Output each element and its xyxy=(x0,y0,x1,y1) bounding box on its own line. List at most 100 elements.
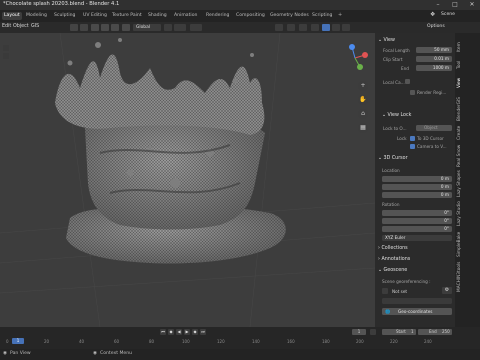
cursor-rotation-x-field[interactable]: 0° xyxy=(382,210,452,216)
status-bar: ◉ Pan View ◉ Context Menu xyxy=(0,349,480,360)
next-keyframe-icon[interactable]: ◆ xyxy=(192,329,198,335)
camera-view-icon[interactable]: ⌂ xyxy=(358,109,368,119)
cursor-tool-button[interactable] xyxy=(91,24,99,31)
side-tab-machin3tools[interactable]: MACHIN3tools xyxy=(457,260,477,294)
cursor-tool-side-button[interactable] xyxy=(3,53,9,59)
section-view-header[interactable]: ⌄ View xyxy=(378,36,395,45)
pan-hand-icon[interactable]: ✋ xyxy=(358,95,368,105)
close-button[interactable]: ✕ xyxy=(464,0,480,10)
tab-geometry-nodes[interactable]: Geometry Nodes xyxy=(268,12,311,20)
current-frame-field[interactable]: 1 xyxy=(352,329,366,335)
section-annotations-header[interactable]: › Annotations xyxy=(378,255,410,264)
tab-animation[interactable]: Animation xyxy=(172,12,199,20)
playhead-frame[interactable]: 1 xyxy=(12,338,24,344)
lock-to-object-field[interactable]: Object xyxy=(416,125,452,131)
camera-to-view-checkbox[interactable] xyxy=(410,144,415,149)
side-tab-view[interactable]: View xyxy=(457,76,477,90)
rotate-tool-button[interactable] xyxy=(111,24,119,31)
georef-actions-row[interactable] xyxy=(382,298,452,304)
end-frame-field[interactable]: End 250 xyxy=(418,329,452,335)
zoom-icon[interactable]: + xyxy=(358,81,368,91)
add-workspace-icon[interactable]: + xyxy=(338,12,342,18)
jump-start-icon[interactable]: ⏮ xyxy=(160,329,166,335)
start-frame-label: Start xyxy=(396,329,406,334)
navigation-gizmo[interactable] xyxy=(340,43,370,73)
cursor-location-y-field[interactable]: 0 m xyxy=(382,184,452,190)
section-geoscene-header[interactable]: ⌄ Geoscene xyxy=(378,266,407,275)
side-tab-create[interactable]: Create xyxy=(457,124,477,142)
gizmo-toggle[interactable] xyxy=(287,24,295,31)
cursor-location-x-field[interactable]: 0 m xyxy=(382,176,452,182)
proportional-edit-toggle[interactable] xyxy=(190,24,202,31)
tab-texture-paint[interactable]: Texture Paint xyxy=(110,12,144,20)
prev-keyframe-icon[interactable]: ◆ xyxy=(168,329,174,335)
xray-toggle[interactable] xyxy=(311,24,319,31)
side-tab-real-snow[interactable]: Real Snow xyxy=(457,144,477,168)
render-region-checkbox[interactable] xyxy=(410,90,415,95)
scene-name[interactable]: Scene xyxy=(441,12,455,17)
globe-icon: 🌐 xyxy=(385,309,391,314)
start-frame-field[interactable]: Start 1 xyxy=(382,329,416,335)
lock-label: Lock xyxy=(397,136,407,141)
tab-sculpting[interactable]: Sculpting xyxy=(52,12,77,20)
cursor-location-z-field[interactable]: 0 m xyxy=(382,192,452,198)
local-camera-checkbox[interactable] xyxy=(405,79,410,84)
jump-end-icon[interactable]: ⏭ xyxy=(200,329,206,335)
clip-end-field[interactable]: 1000 m xyxy=(416,65,452,71)
side-tab-simplebake[interactable]: SimpleBake xyxy=(457,230,477,258)
maximize-button[interactable]: □ xyxy=(447,0,463,10)
timeline-tick: 240 xyxy=(424,339,432,344)
cursor-rotation-z-field[interactable]: 0° xyxy=(382,226,452,232)
snap-target-dropdown[interactable] xyxy=(174,24,186,31)
selection-mode-button[interactable] xyxy=(80,24,88,31)
section-collections-header[interactable]: › Collections xyxy=(378,244,408,253)
play-icon[interactable]: ▶ xyxy=(184,329,190,335)
shading-material-button[interactable] xyxy=(332,24,340,31)
gear-icon[interactable]: ⚙ xyxy=(442,287,452,294)
menu-edit[interactable]: Edit xyxy=(2,24,11,29)
menu-object[interactable]: Object xyxy=(13,24,29,29)
geo-coordinates-button[interactable]: 🌐 Geo-coordinates xyxy=(382,308,452,315)
snap-toggle[interactable] xyxy=(164,24,172,31)
rotation-mode-dropdown[interactable]: XYZ Euler xyxy=(382,235,452,241)
menu-gis[interactable]: GIS xyxy=(31,24,39,29)
perspective-toggle-icon[interactable]: ▦ xyxy=(358,123,368,133)
transform-orientation-dropdown[interactable]: Global xyxy=(133,24,161,31)
shading-solid-button[interactable] xyxy=(322,24,330,31)
timeline-tick: 140 xyxy=(252,339,260,344)
tab-modeling[interactable]: Modeling xyxy=(24,12,49,20)
tab-compositing[interactable]: Compositing xyxy=(234,12,267,20)
visibility-toggle[interactable] xyxy=(275,24,283,31)
transform-pivot-button[interactable] xyxy=(70,24,78,31)
not-set-label: Not set xyxy=(392,289,408,294)
viewport-3d[interactable]: + ✋ ⌂ ▦ xyxy=(0,33,375,327)
start-frame-value: 1 xyxy=(411,329,414,334)
overlay-toggle[interactable] xyxy=(299,24,307,31)
side-tab-item[interactable]: Item xyxy=(457,40,477,54)
scale-tool-button[interactable] xyxy=(122,24,130,31)
tab-scripting[interactable]: Scripting xyxy=(310,12,334,20)
minimize-button[interactable]: – xyxy=(430,0,446,10)
tab-layout[interactable]: Layout xyxy=(2,12,22,20)
side-tab-tool[interactable]: Tool xyxy=(457,58,477,72)
move-tool-button[interactable] xyxy=(101,24,109,31)
side-tab-blendergis[interactable]: BlenderGIS xyxy=(457,95,477,123)
tab-shading[interactable]: Shading xyxy=(146,12,169,20)
focal-length-field[interactable]: 50 mm xyxy=(416,47,452,53)
timeline-tick: 200 xyxy=(356,339,364,344)
side-tab-lazy-studio[interactable]: Lazy Studio xyxy=(457,200,477,228)
clock-icon[interactable] xyxy=(370,329,376,335)
to-3d-cursor-checkbox[interactable] xyxy=(410,136,415,141)
section-3d-cursor-header[interactable]: ⌄ 3D Cursor xyxy=(378,154,408,163)
clip-start-field[interactable]: 0.01 m xyxy=(416,56,452,62)
timeline-tick: 120 xyxy=(217,339,225,344)
select-tool-button[interactable] xyxy=(3,45,9,51)
side-tab-lazy-shapes[interactable]: Lazy Shapes xyxy=(457,170,477,198)
section-view-lock-header[interactable]: ⌄ View Lock xyxy=(382,111,411,120)
shading-rendered-button[interactable] xyxy=(342,24,350,31)
play-reverse-icon[interactable]: ◀ xyxy=(176,329,182,335)
tab-rendering[interactable]: Rendering xyxy=(204,12,231,20)
tab-uv-editing[interactable]: UV Editing xyxy=(81,12,109,20)
cursor-rotation-y-field[interactable]: 0° xyxy=(382,218,452,224)
options-dropdown[interactable]: Options xyxy=(427,24,445,29)
